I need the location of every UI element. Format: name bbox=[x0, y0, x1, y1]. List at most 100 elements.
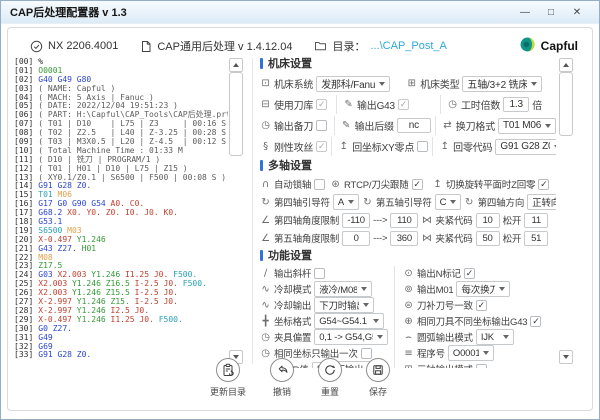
directory-label: 目录： bbox=[332, 41, 366, 53]
code-token: G53.1 bbox=[38, 217, 63, 227]
maximize-button[interactable]: □ bbox=[538, 7, 564, 18]
directory-link[interactable]: ...\CAP_Post_A bbox=[370, 40, 446, 52]
angle-icon: ∠ bbox=[261, 214, 270, 226]
fourth-axis-direction-label-text: 第四轴方向 bbox=[477, 198, 525, 209]
output-slash-checkbox[interactable]: ✓ bbox=[314, 267, 326, 279]
code-line-number: [20] bbox=[14, 234, 34, 244]
output-slash-label: ∕ 输出斜杆 bbox=[260, 266, 311, 281]
code-line-number: [24] bbox=[14, 270, 34, 280]
code-token: Y1.246 bbox=[76, 314, 111, 324]
fourth-axis-direction-select[interactable]: 正转向内 bbox=[527, 194, 556, 210]
code-line-number: [01] bbox=[14, 65, 34, 75]
rigid-tapping-checkbox[interactable]: ✓ bbox=[316, 141, 328, 152]
output-n-mark-label: ⊙ 输出N标记 bbox=[403, 266, 461, 281]
code-token: G43 Z27. bbox=[38, 243, 82, 253]
home-up-icon: ↥ bbox=[433, 178, 442, 190]
auto-lock-axis-label-text: 自动锁轴 bbox=[274, 180, 312, 191]
floppy-icon bbox=[366, 358, 390, 382]
fifth-axis-max-input[interactable]: 360 bbox=[390, 230, 419, 246]
return-xy-zero-checkbox[interactable]: ✓ bbox=[417, 141, 429, 152]
output-n-mark-checkbox[interactable]: ✓ bbox=[463, 267, 475, 279]
output-suffix-input[interactable]: nc bbox=[396, 118, 431, 133]
machine-system-select-value: 发那科/Fanuc bbox=[321, 80, 376, 91]
code-line-number: [02] bbox=[14, 74, 34, 84]
reset-button[interactable]: 重置 bbox=[318, 358, 342, 398]
code-scroll-thumb[interactable] bbox=[229, 72, 243, 156]
coord-format-select[interactable]: G54~G54.1 P# bbox=[314, 313, 385, 329]
settings-row: ∠ 第四轴角度限制 -110 ---> 110 ⋈ 夹紧代码 10 松开 11 bbox=[260, 212, 556, 228]
fifth-axis-angle-limit-label: ∠ 第五轴角度限制 bbox=[260, 231, 340, 246]
machine-system-select[interactable]: 发那科/Fanuc bbox=[316, 75, 391, 92]
work-time-factor-input[interactable]: 1.3 bbox=[503, 97, 530, 112]
settings-cell: ↥ 回零代码 G91 G28 Z0. bbox=[432, 137, 556, 156]
tool-change-format-label: ⇄ 换刀格式 bbox=[442, 118, 495, 133]
use-tool-magazine-checkbox[interactable]: ✓ bbox=[316, 99, 328, 110]
undo-button[interactable]: 撤销 bbox=[270, 358, 294, 398]
output-g43-checkbox[interactable]: ✓ bbox=[397, 99, 409, 110]
code-token: Z17.5 bbox=[38, 261, 63, 271]
code-token: X-0.497 bbox=[38, 234, 77, 244]
arc-output-mode-select[interactable]: IJK bbox=[475, 329, 514, 345]
coolant-output-label: ∿ 冷却输出 bbox=[260, 298, 312, 313]
coolant-output-select[interactable]: 下刀时输出 bbox=[314, 297, 375, 313]
fourth-release-input[interactable]: 11 bbox=[524, 212, 549, 228]
fourth-axis-max-input[interactable]: 110 bbox=[390, 212, 419, 228]
nx-version: NX 2206.4001 bbox=[30, 40, 118, 53]
section-title: 机床设置 bbox=[268, 58, 312, 70]
settings-scroll-thumb[interactable] bbox=[559, 72, 573, 136]
tool-change-format-select[interactable]: T01 M06 bbox=[498, 117, 556, 134]
fourth-axis-min-input[interactable]: -110 bbox=[342, 212, 371, 228]
fourth-clamp-input[interactable]: 10 bbox=[475, 212, 500, 228]
monitor-icon: ⊡ bbox=[261, 78, 270, 89]
clipboard-refresh-icon bbox=[215, 358, 240, 382]
code-line-number: [10] bbox=[14, 145, 34, 155]
output-m01-select[interactable]: 每次换刀 bbox=[456, 281, 511, 297]
machine-type-select[interactable]: 五轴/3+2 铣床 bbox=[462, 75, 543, 92]
post-version: CAP通用后处理 v 1.4.12.04 bbox=[140, 38, 292, 54]
output-spare-tool-checkbox[interactable]: ✓ bbox=[316, 120, 328, 131]
update-directory-button[interactable]: 更新目录 bbox=[210, 358, 246, 398]
settings-row: ╋ 坐标格式 G54~G54.1 P# bbox=[260, 313, 394, 329]
n-mark-icon: ⊙ bbox=[404, 267, 413, 279]
coolant-mode-label-text: 冷却模式 bbox=[274, 285, 312, 296]
save-button[interactable]: 保存 bbox=[366, 358, 390, 398]
fixture-offset-select[interactable]: 0,1 -> G54,G54 bbox=[314, 329, 389, 345]
nc-code-panel[interactable]: [00]% [01] O0001 [02] G40 G49 G80 [03] ( NAME:… bbox=[14, 58, 228, 364]
arc-icon: ⌢ bbox=[405, 331, 412, 343]
code-token: M08 bbox=[38, 252, 53, 262]
section-header-function-settings: 功能设置 bbox=[260, 248, 556, 262]
code-line-number: [25] bbox=[14, 279, 34, 289]
fifth-release-input[interactable]: 51 bbox=[524, 230, 549, 246]
fifth-axis-lead-select[interactable]: C bbox=[434, 194, 461, 210]
fifth-axis-angle-limit-label-text: 第五轴角度限制 bbox=[274, 234, 340, 245]
code-token: G03 bbox=[38, 270, 58, 280]
fourth-axis-lead-select[interactable]: A bbox=[332, 194, 359, 210]
return-zero-code-select[interactable]: G91 G28 Z0. bbox=[495, 138, 556, 155]
code-token: M03 bbox=[67, 225, 82, 235]
switch-plane-z-zero-checkbox[interactable]: ✓ bbox=[538, 178, 550, 190]
update-directory-button-label: 更新目录 bbox=[209, 387, 246, 397]
machine-type-label: ⊞ 机床类型 bbox=[406, 76, 460, 91]
same-tool-icon: ⊕ bbox=[404, 315, 413, 327]
rtcp-checkbox[interactable]: ✓ bbox=[411, 178, 423, 190]
tool-comp-match-checkbox[interactable]: ✓ bbox=[475, 299, 487, 311]
code-line-number: [18] bbox=[14, 217, 34, 227]
settings-cell: ∩ 自动锁轴✓ bbox=[260, 176, 330, 192]
chevron-down-icon bbox=[499, 287, 506, 291]
same-tool-g43-checkbox[interactable]: ✓ bbox=[530, 315, 542, 327]
title-bar: CAP后处理配置器 v 1.3 — □ ✕ bbox=[1, 1, 599, 24]
settings-cell: ∠ 第四轴角度限制 -110 ---> 110 ⋈ 夹紧代码 10 松开 11 bbox=[260, 212, 549, 228]
code-scroll-up-button[interactable] bbox=[229, 58, 243, 72]
use-tool-magazine-label-text: 使用刀库 bbox=[274, 101, 314, 112]
minimize-button[interactable]: — bbox=[512, 7, 538, 18]
coolant-output-label-text: 冷却输出 bbox=[274, 301, 312, 312]
fifth-axis-min-input[interactable]: 0 bbox=[342, 230, 371, 246]
settings-cell: ↻第四轴引导符A↻第五轴引导符C↻第四轴方向正转向内 bbox=[260, 194, 556, 210]
code-line-number: [09] bbox=[14, 137, 34, 147]
close-button[interactable]: ✕ bbox=[564, 7, 590, 18]
chevron-down-icon bbox=[554, 144, 556, 149]
coolant-mode-select[interactable]: 液冷/M08 bbox=[314, 281, 373, 297]
auto-lock-axis-checkbox[interactable]: ✓ bbox=[314, 178, 326, 190]
fifth-clamp-input[interactable]: 50 bbox=[475, 230, 500, 246]
settings-scroll-up-button[interactable] bbox=[559, 58, 573, 72]
